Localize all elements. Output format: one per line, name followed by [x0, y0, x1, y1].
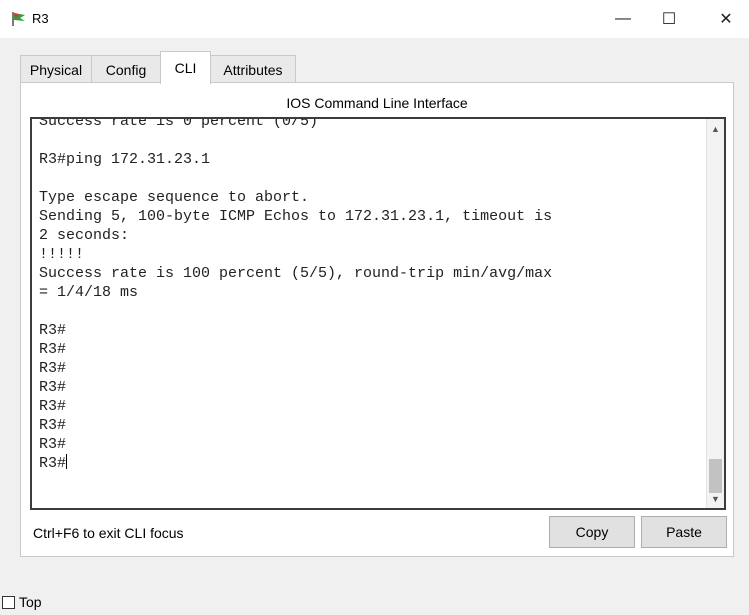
- maximize-button[interactable]: ☐: [646, 0, 692, 38]
- title-bar: R3 — ☐ ✕: [0, 0, 749, 38]
- cli-console[interactable]: Success rate is 0 percent (0/5) R3#ping …: [30, 117, 726, 510]
- console-output: Success rate is 0 percent (0/5) R3#ping …: [39, 117, 699, 473]
- top-label: Top: [19, 594, 42, 610]
- close-button[interactable]: ✕: [703, 0, 749, 38]
- minimize-button[interactable]: —: [600, 0, 646, 38]
- panel-title: IOS Command Line Interface: [286, 95, 468, 111]
- console-text: Success rate is 0 percent (0/5) R3#ping …: [39, 117, 553, 472]
- paste-button[interactable]: Paste: [641, 516, 727, 548]
- window-title: R3: [32, 11, 49, 26]
- tab-config[interactable]: Config: [91, 55, 161, 83]
- copy-button[interactable]: Copy: [549, 516, 635, 548]
- router-icon: [12, 12, 25, 26]
- tab-cli[interactable]: CLI: [160, 51, 211, 84]
- tab-physical[interactable]: Physical: [20, 55, 92, 83]
- scroll-down-icon[interactable]: ▼: [707, 491, 724, 508]
- scroll-thumb[interactable]: [709, 459, 722, 493]
- text-cursor: [66, 454, 68, 469]
- scroll-up-icon[interactable]: ▲: [707, 121, 724, 138]
- top-checkbox[interactable]: [2, 595, 15, 609]
- focus-hint: Ctrl+F6 to exit CLI focus: [33, 525, 184, 541]
- top-option[interactable]: Top: [2, 594, 42, 610]
- console-scrollbar[interactable]: ▲ ▼: [706, 119, 724, 508]
- tab-attributes[interactable]: Attributes: [210, 55, 296, 83]
